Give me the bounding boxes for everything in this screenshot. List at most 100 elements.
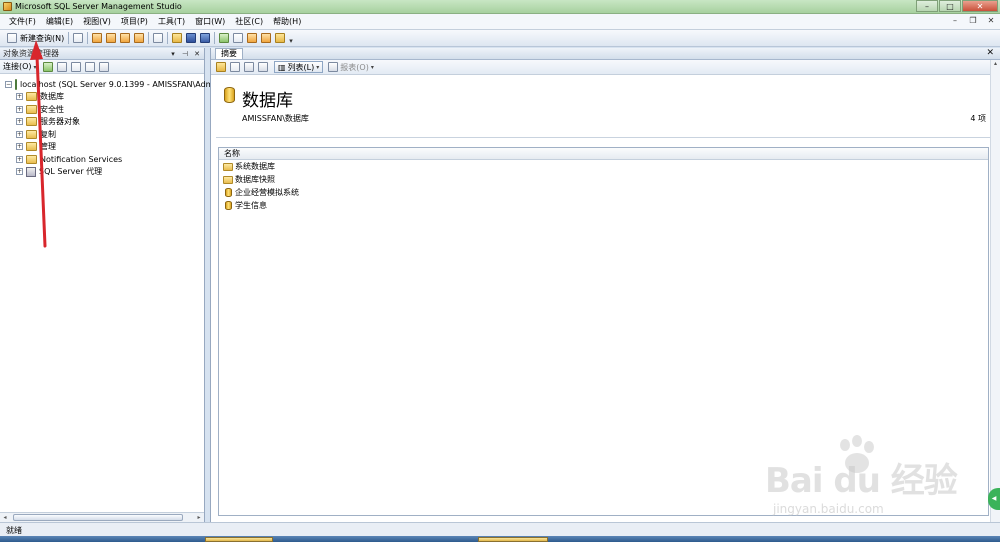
item-count: 4 项 <box>970 114 986 123</box>
panel-close-icon[interactable]: ✕ <box>192 50 202 58</box>
filter-icon[interactable] <box>258 62 268 72</box>
expand-icon[interactable]: + <box>16 143 23 151</box>
menu-window[interactable]: 窗口(W) <box>190 15 230 29</box>
object-explorer-header: 对象资源管理器 ▾ ⊣ ✕ <box>0 48 204 60</box>
analysis-query-icon[interactable] <box>106 33 117 43</box>
save-all-icon[interactable] <box>200 33 211 43</box>
object-explorer-icon[interactable] <box>233 33 244 43</box>
watermark-url: jingyan.baidu.com <box>773 502 884 516</box>
dmx-query-icon[interactable] <box>134 33 145 43</box>
tree-root-server[interactable]: − localhost (SQL Server 9.0.1399 - AMISS… <box>0 78 213 91</box>
sync-icon[interactable] <box>244 62 254 72</box>
summary-toolbar: ▥ 列表(L) ▾ 报表(O) ▾ <box>211 60 1000 75</box>
menu-file[interactable]: 文件(F) <box>4 15 41 29</box>
template-explorer-icon[interactable] <box>247 33 258 43</box>
taskbar-item[interactable] <box>205 537 273 542</box>
scroll-left-icon[interactable]: ◂ <box>0 514 10 521</box>
menu-tools[interactable]: 工具(T) <box>153 15 190 29</box>
folder-icon <box>26 129 37 139</box>
close-tab-icon[interactable]: ✕ <box>986 48 994 58</box>
list-item[interactable]: 系统数据库 <box>219 160 988 173</box>
toolbox-icon[interactable] <box>275 33 286 43</box>
collapse-icon[interactable]: − <box>5 80 12 88</box>
list-view-label: 列表(L) <box>287 62 315 72</box>
column-header-name[interactable]: 名称 <box>219 148 988 160</box>
vertical-scrollbar[interactable]: ▴ <box>990 60 1000 522</box>
pin-icon[interactable]: ⊣ <box>180 50 190 58</box>
folder-icon <box>223 175 233 184</box>
scroll-right-icon[interactable]: ▸ <box>194 514 204 521</box>
menu-community[interactable]: 社区(C) <box>230 15 268 29</box>
taskbar-item[interactable] <box>478 537 548 542</box>
tree-label: 管理 <box>40 142 56 152</box>
open-file-icon[interactable] <box>172 33 183 43</box>
toolbar-overflow-icon[interactable]: ▾ <box>289 37 293 45</box>
save-icon[interactable] <box>186 33 197 43</box>
scrollbar-thumb[interactable] <box>13 514 183 521</box>
expand-icon[interactable]: + <box>16 168 23 176</box>
tree-node-security[interactable]: + 安全性 <box>0 103 204 116</box>
tree-node-notification-services[interactable]: + Notification Services <box>0 153 204 166</box>
list-item[interactable]: 企业经营模拟系统 <box>219 186 988 199</box>
status-text: 就绪 <box>6 526 22 535</box>
expand-icon[interactable]: + <box>16 105 23 113</box>
up-folder-icon[interactable] <box>216 62 226 72</box>
refresh-icon[interactable] <box>84 61 95 72</box>
menu-bar: 文件(F) 编辑(E) 视图(V) 项目(P) 工具(T) 窗口(W) 社区(C… <box>0 14 1000 30</box>
menu-project[interactable]: 项目(P) <box>116 15 153 29</box>
close-button[interactable]: ✕ <box>962 0 998 12</box>
database-engine-query-icon[interactable] <box>92 33 103 43</box>
expand-icon[interactable]: + <box>16 93 23 101</box>
menu-help[interactable]: 帮助(H) <box>268 15 306 29</box>
mdi-close-button[interactable]: ✕ <box>985 15 997 27</box>
panel-dropdown-icon[interactable]: ▾ <box>168 50 178 58</box>
menu-view[interactable]: 视图(V) <box>78 15 116 29</box>
horizontal-scrollbar[interactable]: ◂ ▸ <box>0 512 204 522</box>
scroll-up-icon[interactable]: ▴ <box>991 60 1000 70</box>
list-icon: ▥ <box>278 62 286 72</box>
properties-icon[interactable] <box>261 33 272 43</box>
list-item[interactable]: 学生信息 <box>219 199 988 212</box>
expand-icon[interactable]: + <box>16 118 23 126</box>
database-icon <box>225 201 232 210</box>
registered-servers-icon[interactable] <box>219 33 230 43</box>
expand-icon[interactable]: + <box>16 155 23 163</box>
folder-icon <box>26 154 37 164</box>
list-item-label: 数据库快照 <box>235 175 275 184</box>
tree-label: 复制 <box>40 129 56 139</box>
mdi-minimize-button[interactable]: – <box>949 15 961 27</box>
stop-icon[interactable] <box>70 61 81 72</box>
tree-label: 安全性 <box>40 104 64 114</box>
connect-object-explorer-icon[interactable] <box>42 61 53 72</box>
connect-label: 连接(O) <box>3 62 32 71</box>
xmla-query-icon[interactable] <box>153 33 164 43</box>
disconnect-icon[interactable] <box>56 61 67 72</box>
connect-button[interactable]: 连接(O) ▾ <box>3 61 37 72</box>
object-explorer-toolbar: 连接(O) ▾ <box>0 60 204 74</box>
filter-icon[interactable] <box>98 61 109 72</box>
new-file-icon[interactable] <box>73 33 84 43</box>
report-button[interactable]: 报表(O) ▾ <box>326 62 374 73</box>
chevron-down-icon: ▾ <box>316 63 320 71</box>
tree-node-server-objects[interactable]: + 服务器对象 <box>0 116 204 129</box>
maximize-button[interactable]: □ <box>939 0 961 12</box>
mdi-restore-button[interactable]: ❐ <box>967 15 979 27</box>
chevron-down-icon: ▾ <box>33 64 37 71</box>
tree-node-databases[interactable]: + 数据库 <box>0 91 204 104</box>
list-view-button[interactable]: ▥ 列表(L) ▾ <box>274 61 324 73</box>
minimize-button[interactable]: – <box>916 0 938 12</box>
expand-icon[interactable]: + <box>16 130 23 138</box>
tree-node-sql-agent[interactable]: + SQL Server 代理 <box>0 166 204 179</box>
side-badge-icon[interactable]: ◀ <box>988 488 1000 510</box>
new-query-button[interactable]: 新建查询(N) <box>3 31 66 45</box>
refresh-icon[interactable] <box>230 62 240 72</box>
tree-node-replication[interactable]: + 复制 <box>0 128 204 141</box>
tree-node-management[interactable]: + 管理 <box>0 141 204 154</box>
tab-summary[interactable]: 摘要 <box>215 48 243 59</box>
menu-edit[interactable]: 编辑(E) <box>41 15 78 29</box>
list-item[interactable]: 数据库快照 <box>219 173 988 186</box>
app-icon <box>3 2 12 11</box>
mdx-query-icon[interactable] <box>120 33 131 43</box>
toolbar-separator <box>68 32 70 44</box>
folder-icon <box>26 104 37 114</box>
